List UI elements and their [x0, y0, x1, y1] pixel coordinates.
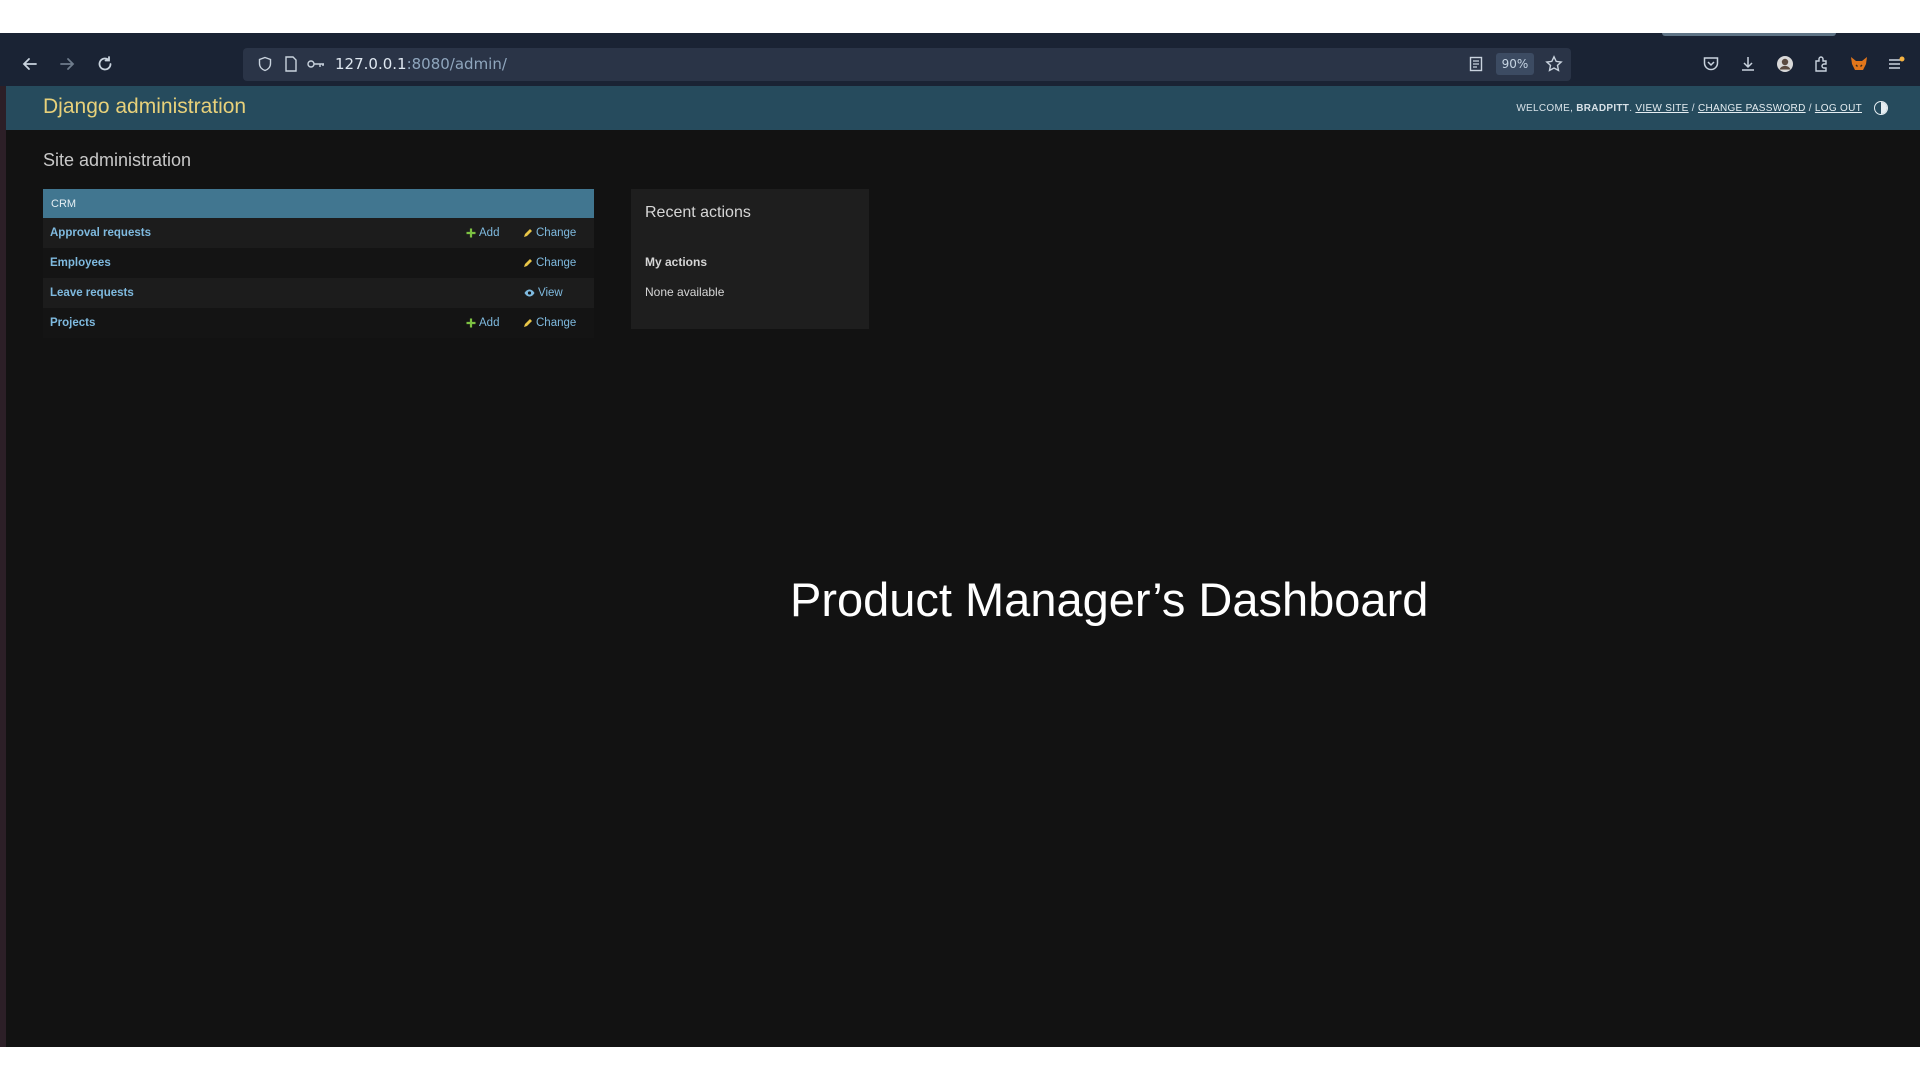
pencil-icon [524, 229, 532, 237]
account-avatar-icon[interactable] [1772, 51, 1798, 77]
my-actions-heading: My actions [645, 255, 708, 269]
change-label: Change [536, 317, 577, 329]
table-row: Projects Add Change [43, 308, 594, 338]
pocket-icon[interactable] [1698, 51, 1724, 77]
django-header: Django administration WELCOME, BRADPITT.… [6, 86, 1920, 130]
crm-module: CRM Approval requests Add Change Employe… [43, 189, 594, 338]
change-approval-requests-link[interactable]: Change [523, 227, 576, 239]
view-site-link[interactable]: VIEW SITE [1635, 103, 1688, 114]
welcome-label: WELCOME, [1516, 102, 1574, 114]
change-label: Change [536, 257, 577, 269]
user-tools: WELCOME, BRADPITT. VIEW SITE / CHANGE PA… [1516, 101, 1888, 115]
model-employees[interactable]: Employees [50, 257, 111, 269]
arrow-right-icon [60, 58, 75, 70]
url-path: :8080/admin/ [406, 55, 507, 73]
model-approval-requests[interactable]: Approval requests [50, 227, 151, 239]
model-projects[interactable]: Projects [50, 317, 95, 329]
extensions-icon[interactable] [1809, 51, 1835, 77]
crm-model-list: Approval requests Add Change Employees C… [43, 218, 594, 338]
change-projects-link[interactable]: Change [523, 317, 576, 329]
back-button[interactable] [17, 51, 43, 77]
view-leave-requests-link[interactable]: View [524, 287, 563, 299]
site-branding[interactable]: Django administration [43, 95, 246, 119]
page-icon[interactable] [281, 54, 301, 74]
theme-toggle-icon[interactable] [1874, 101, 1888, 115]
change-password-link[interactable]: CHANGE PASSWORD [1698, 103, 1806, 114]
pencil-icon [524, 259, 532, 267]
add-approval-requests-link[interactable]: Add [466, 227, 499, 239]
log-out-link[interactable]: LOG OUT [1815, 103, 1862, 114]
plus-icon [466, 228, 476, 238]
fox-extension-icon[interactable] [1846, 51, 1872, 77]
no-actions-text: None available [645, 285, 725, 299]
username: BRADPITT [1576, 102, 1630, 114]
address-bar[interactable]: 127.0.0.1:8080/admin/ 90% [243, 48, 1571, 81]
table-row: Employees Change [43, 248, 594, 278]
model-leave-requests[interactable]: Leave requests [50, 287, 134, 299]
table-row: Leave requests View [43, 278, 594, 308]
eye-icon [524, 289, 535, 297]
recent-actions-panel: Recent actions My actions None available [631, 189, 869, 329]
view-label: View [538, 287, 563, 299]
reader-view-icon[interactable] [1466, 54, 1486, 74]
crm-caption-link[interactable]: CRM [43, 189, 594, 218]
arrow-left-icon [22, 58, 37, 70]
url-text[interactable]: 127.0.0.1:8080/admin/ [335, 55, 507, 73]
bookmark-star-icon[interactable] [1544, 54, 1564, 74]
reload-button[interactable] [92, 51, 118, 77]
separator: / [1691, 102, 1695, 114]
change-label: Change [536, 227, 577, 239]
shield-icon[interactable] [255, 54, 275, 74]
add-projects-link[interactable]: Add [466, 317, 499, 329]
change-employees-link[interactable]: Change [523, 257, 576, 269]
download-icon[interactable] [1735, 51, 1761, 77]
table-row: Approval requests Add Change [43, 218, 594, 248]
add-label: Add [479, 317, 500, 329]
plus-icon [466, 318, 476, 328]
pencil-icon [524, 319, 532, 327]
tab-indicator [1662, 33, 1836, 36]
key-icon[interactable] [306, 54, 326, 74]
overlay-caption: Product Manager’s Dashboard [790, 573, 1429, 626]
recent-actions-title: Recent actions [645, 204, 751, 221]
left-edge-strip [0, 86, 6, 1047]
url-host: 127.0.0.1 [335, 55, 407, 73]
zoom-level-button[interactable]: 90% [1496, 53, 1534, 75]
admin-page: Django administration WELCOME, BRADPITT.… [0, 86, 1920, 1047]
reload-icon [98, 56, 112, 71]
app-menu-icon[interactable] [1883, 51, 1909, 77]
add-label: Add [479, 227, 500, 239]
forward-button[interactable] [54, 51, 80, 77]
page-title: Site administration [43, 150, 192, 170]
separator: / [1808, 102, 1812, 114]
